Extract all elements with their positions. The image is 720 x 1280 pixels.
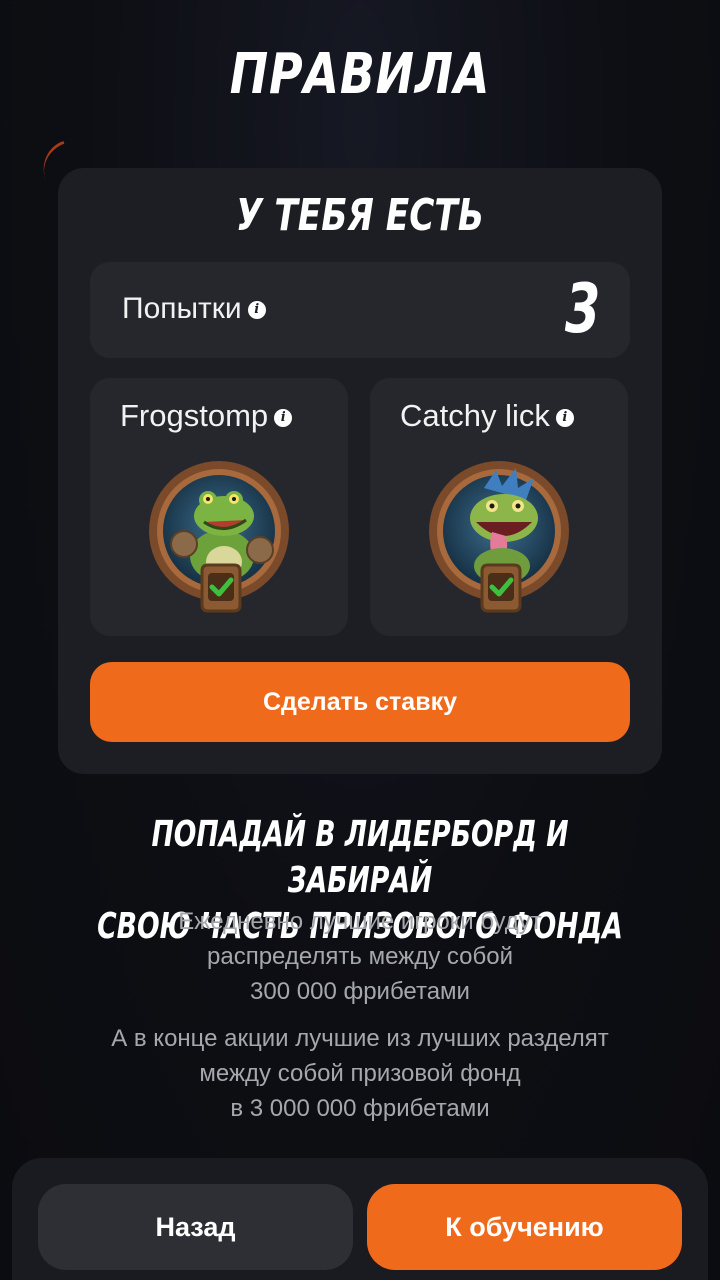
page-title: ПРАВИЛА [229, 42, 491, 107]
place-bet-button[interactable]: Сделать ставку [90, 662, 630, 742]
game-tile-catchy-lick[interactable]: Catchy lick i [370, 378, 628, 636]
promo-paragraph-final: А в конце акции лучшие из лучших разделя… [111, 1025, 609, 1122]
go-to-tutorial-button[interactable]: К обучению [367, 1184, 682, 1270]
info-icon[interactable]: i [555, 408, 574, 427]
attempts-label-group: Попытки i [122, 292, 266, 326]
info-icon[interactable]: i [274, 408, 293, 427]
attempts-label: Попытки [122, 292, 242, 325]
info-icon[interactable]: i [247, 301, 266, 320]
promo-heading-line: ПОПАДАЙ В ЛИДЕРБОРД И ЗАБИРАЙ [151, 814, 569, 901]
checkmark-icon [480, 563, 522, 613]
game-name-group: Catchy lick i [400, 398, 574, 434]
game-name: Catchy lick [400, 398, 550, 433]
checkmark-icon [200, 563, 242, 613]
game-tile-frogstomp[interactable]: Frogstomp i [90, 378, 348, 636]
attempts-count: 3 [564, 270, 600, 349]
back-button[interactable]: Назад [38, 1184, 353, 1270]
promo-paragraph-daily: Ежедневно лучшие игроки будут распределя… [178, 908, 542, 1005]
card-title: У ТЕБЯ ЕСТЬ [235, 190, 484, 241]
game-name-group: Frogstomp i [120, 398, 293, 434]
rules-screen: ПРАВИЛА У ТЕБЯ ЕСТЬ Попытки i 3 Frogstomp… [0, 0, 720, 1280]
attempts-row: Попытки i 3 [90, 262, 630, 358]
game-name: Frogstomp [120, 398, 269, 433]
